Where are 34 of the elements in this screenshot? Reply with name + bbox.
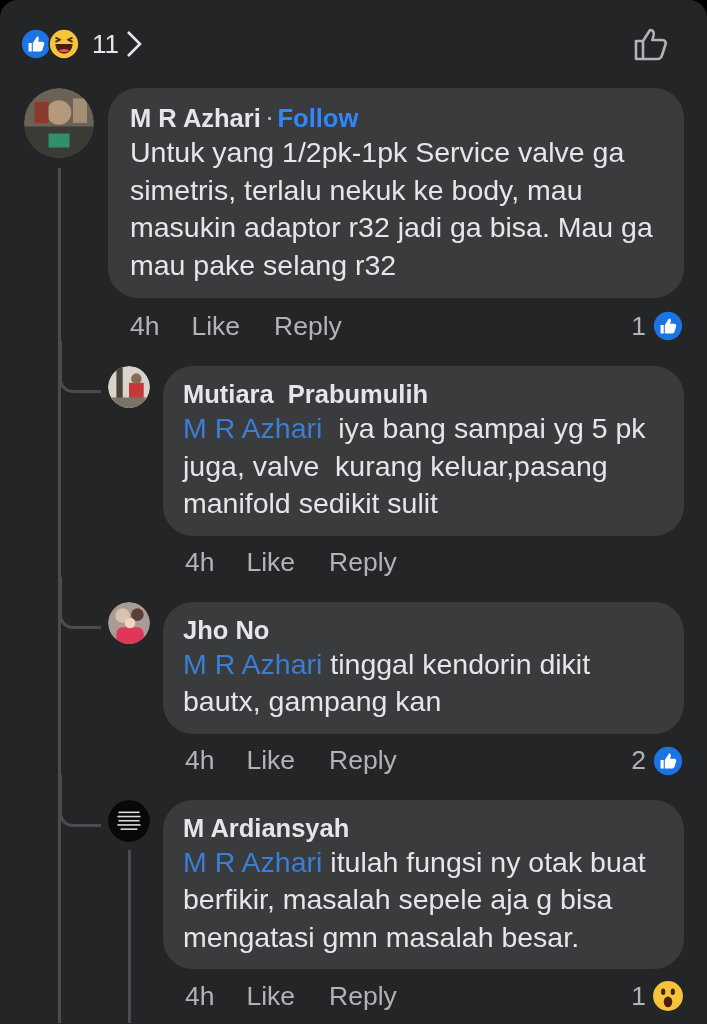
comment-text: Untuk yang 1/2pk-1pk Service valve ga simetris, terlalu nekuk ke body, mau masukin adaptor r32 jadi ga bisa. Mau ga mau pake selang r32 bbox=[130, 135, 654, 283]
like-link[interactable]: Like bbox=[246, 980, 296, 1012]
surprised-face-icon bbox=[652, 980, 684, 1012]
thread-connector bbox=[59, 341, 101, 393]
thread-connector bbox=[59, 774, 101, 827]
like-link[interactable]: Like bbox=[191, 310, 241, 342]
separator-dot: · bbox=[266, 106, 274, 131]
timestamp: 4h bbox=[185, 980, 215, 1012]
timestamp: 4h bbox=[185, 745, 215, 776]
chevron-right-icon bbox=[125, 29, 143, 59]
author-name[interactable]: M Ardiansyah bbox=[183, 811, 350, 844]
author-name[interactable]: M R Azhari bbox=[130, 102, 261, 134]
comment-text: M R Azhari itulah fungsi ny otak buat berfikir, masalah sepele aja g bisa mengatasi gmn masalah besar. bbox=[183, 844, 647, 955]
reaction-count[interactable]: 1 bbox=[631, 980, 646, 1012]
author-name[interactable]: Jho No bbox=[183, 613, 270, 646]
like-reaction-icon bbox=[652, 744, 684, 777]
author-name[interactable]: Mutiara Prabumulih bbox=[183, 378, 429, 410]
like-reaction-icon bbox=[652, 310, 684, 342]
laughing-face-icon bbox=[48, 28, 80, 60]
comment-text: M R Azhari tinggal kendorin dikit bautx, gampang kan bbox=[183, 646, 592, 719]
like-link[interactable]: Like bbox=[246, 547, 296, 578]
reaction-count[interactable]: 1 bbox=[631, 310, 646, 342]
reply-link[interactable]: Reply bbox=[329, 745, 397, 776]
reactions-summary[interactable]: 11 bbox=[20, 28, 143, 60]
reply-link[interactable]: Reply bbox=[274, 310, 342, 342]
thread-connector bbox=[59, 576, 101, 629]
timestamp: 4h bbox=[185, 547, 215, 578]
like-link[interactable]: Like bbox=[246, 745, 296, 776]
comment-text: M R Azhari iya bang sampai yg 5 pk juga, valve kurang keluar,pasang manifold sedikit sulit bbox=[183, 411, 647, 521]
reaction-count[interactable]: 2 bbox=[631, 745, 646, 776]
reply-link[interactable]: Reply bbox=[329, 980, 397, 1012]
reply-link[interactable]: Reply bbox=[329, 547, 397, 578]
like-reaction-icon bbox=[20, 28, 52, 60]
timestamp: 4h bbox=[130, 310, 160, 342]
